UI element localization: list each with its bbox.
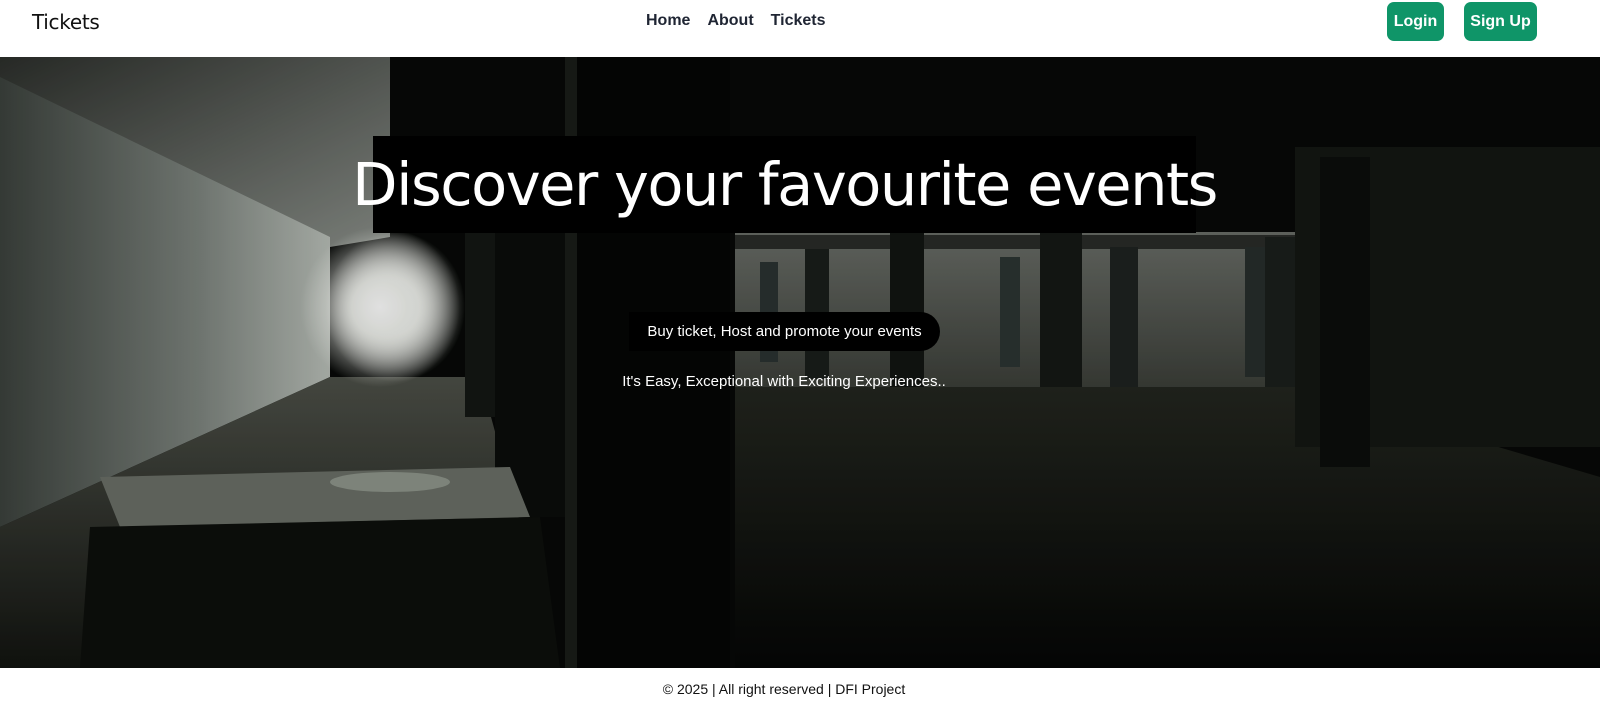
page-footer: © 2025 | All right reserved | DFI Projec…: [0, 668, 1600, 716]
signup-button[interactable]: Sign Up: [1464, 2, 1537, 41]
top-navbar: Tickets Home About Tickets Login Sign Up: [0, 0, 1600, 57]
nav-about-link[interactable]: About: [707, 12, 753, 30]
main-nav: Home About Tickets: [646, 12, 826, 30]
hero-section: Discover your favourite events Buy ticke…: [0, 57, 1600, 668]
hero-title-box: Discover your favourite events: [352, 136, 1218, 233]
nav-home-link[interactable]: Home: [646, 12, 690, 30]
hero-tagline: It's Easy, Exceptional with Exciting Exp…: [622, 373, 946, 390]
brand-logo-link[interactable]: Tickets: [32, 10, 100, 34]
footer-copyright: © 2025 | All right reserved | DFI Projec…: [662, 681, 906, 697]
hero-subtitle-pill: Buy ticket, Host and promote your events: [629, 312, 940, 351]
login-button[interactable]: Login: [1387, 2, 1444, 41]
nav-tickets-link[interactable]: Tickets: [771, 12, 826, 30]
hero-title: Discover your favourite events: [352, 150, 1218, 219]
